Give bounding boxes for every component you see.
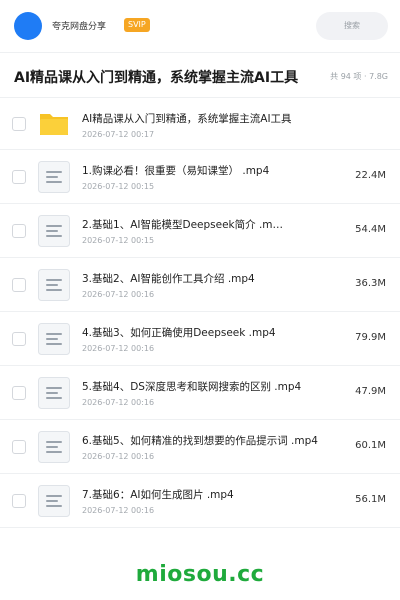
document-icon [38, 214, 70, 247]
search-button[interactable]: 搜索 [316, 12, 388, 40]
document-icon [38, 484, 70, 517]
watermark-text: miosou.cc [135, 562, 265, 587]
file-date: 2026-07-12 00:16 [82, 344, 155, 353]
file-date: 2026-07-12 00:16 [82, 290, 155, 299]
file-date: 2026-07-12 00:16 [82, 452, 155, 461]
document-icon [38, 430, 70, 463]
select-checkbox[interactable] [12, 277, 26, 292]
avatar[interactable] [14, 12, 42, 40]
file-name: 7.基础6：AI如何生成图片 .mp4 [82, 489, 234, 501]
file-name: 3.基础2、AI智能创作工具介绍 .mp4 [82, 273, 255, 285]
top-bar: 夸克网盘分享 SVIP 搜索 [0, 0, 400, 52]
select-checkbox[interactable] [12, 223, 26, 238]
file-date: 2026-07-12 00:16 [82, 398, 155, 407]
file-name: 5.基础4、DS深度思考和联网搜索的区别 .mp4 [82, 381, 302, 393]
share-title-bar: AI精品课从入门到精通，系统掌握主流AI工具 共 94 项 · 7.8G [0, 52, 400, 98]
file-row[interactable]: 4.基础3、如何正确使用Deepseek .mp4 2026-07-12 00:1… [0, 312, 400, 366]
file-row[interactable]: 7.基础6：AI如何生成图片 .mp4 2026-07-12 00:16 56.1M [0, 474, 400, 528]
file-size: 79.9M [355, 332, 386, 343]
select-checkbox[interactable] [12, 385, 26, 400]
file-name: 4.基础3、如何正确使用Deepseek .mp4 [82, 327, 276, 339]
file-row[interactable]: 3.基础2、AI智能创作工具介绍 .mp4 2026-07-12 00:16 36.… [0, 258, 400, 312]
document-icon [38, 268, 70, 301]
file-row[interactable]: 1.购课必看！很重要（易知课堂） .mp4 2026-07-12 00:15 22.… [0, 150, 400, 204]
file-size: 36.3M [355, 278, 386, 289]
file-date: 2026-07-12 00:16 [82, 506, 155, 515]
select-checkbox[interactable] [12, 439, 26, 454]
select-checkbox[interactable] [12, 116, 26, 131]
document-icon [38, 160, 70, 193]
select-checkbox[interactable] [12, 331, 26, 346]
document-icon [38, 322, 70, 355]
file-size: 56.1M [355, 494, 386, 505]
file-name: 2.基础1、AI智能模型Deepseek简介 .m… [82, 219, 284, 231]
file-size: 54.4M [355, 224, 386, 235]
file-row[interactable]: 6.基础5、如何精准的找到想要的作品提示词 .mp4 2026-07-12 00:… [0, 420, 400, 474]
file-list: AI精品课从入门到精通，系统掌握主流AI工具 2026-07-12 00:17 1.… [0, 98, 400, 528]
username: 夸克网盘分享 [52, 22, 107, 32]
file-date: 2026-07-12 00:15 [82, 182, 155, 191]
svip-badge: SVIP [124, 18, 150, 32]
file-size: 22.4M [355, 170, 386, 181]
file-name: 1.购课必看！很重要（易知课堂） .mp4 [82, 165, 270, 177]
select-checkbox[interactable] [12, 493, 26, 508]
file-row[interactable]: 2.基础1、AI智能模型Deepseek简介 .m… 2026-07-12 00:… [0, 204, 400, 258]
select-checkbox[interactable] [12, 169, 26, 184]
document-icon [38, 376, 70, 409]
footer: miosou.cc [0, 548, 400, 600]
file-name: 6.基础5、如何精准的找到想要的作品提示词 .mp4 [82, 435, 318, 447]
file-size: 60.1M [355, 440, 386, 451]
folder-icon [38, 108, 70, 140]
folder-row[interactable]: AI精品课从入门到精通，系统掌握主流AI工具 2026-07-12 00:17 [0, 98, 400, 150]
file-size: 47.9M [355, 386, 386, 397]
page-title: AI精品课从入门到精通，系统掌握主流AI工具 [14, 70, 299, 86]
file-name: AI精品课从入门到精通，系统掌握主流AI工具 [82, 113, 292, 125]
share-meta: 共 94 项 · 7.8G [330, 72, 388, 81]
file-date: 2026-07-12 00:15 [82, 236, 155, 245]
file-date: 2026-07-12 00:17 [82, 130, 155, 139]
file-row[interactable]: 5.基础4、DS深度思考和联网搜索的区别 .mp4 2026-07-12 00:1… [0, 366, 400, 420]
